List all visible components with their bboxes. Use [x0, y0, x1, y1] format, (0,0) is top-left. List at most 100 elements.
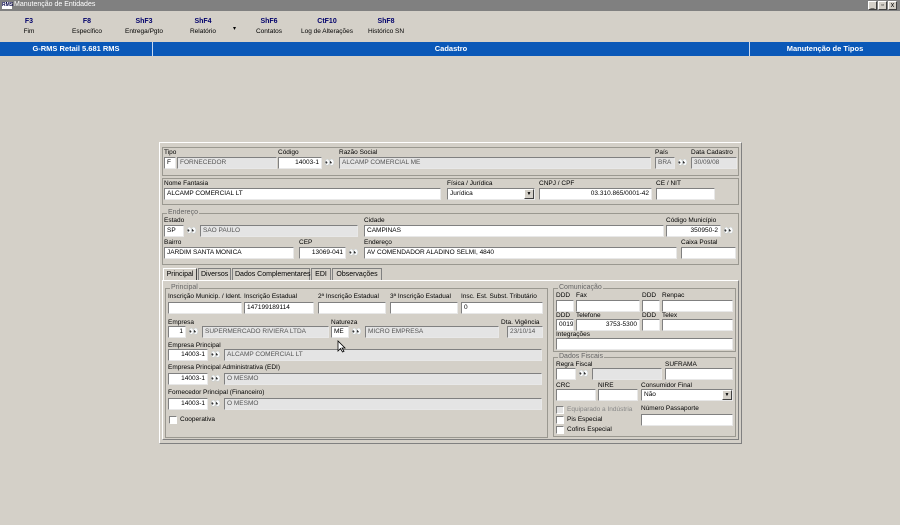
cnpj-cpf-field[interactable]: 03.310.865/0001-42 [539, 188, 652, 200]
fkey-historico-sn[interactable]: ShF8 Histórico SN [364, 18, 408, 35]
telefone-field[interactable]: 3753-5300 [576, 319, 640, 331]
natureza-lookup-binoculars-icon[interactable]: 👀 [351, 326, 362, 337]
cep-field[interactable]: 13069-041 [299, 247, 346, 259]
cidade-field[interactable]: CAMPINAS [364, 225, 664, 237]
empresa-adm-code-field[interactable]: 14003-1 [168, 373, 208, 385]
renpac-field[interactable] [662, 300, 733, 312]
caixa-postal-field[interactable] [681, 247, 736, 259]
cnpj-label: CNPJ / CPF [539, 180, 575, 187]
fax-ddd-field[interactable] [556, 300, 574, 312]
pais-field[interactable]: BRA [655, 157, 675, 169]
tab-edi[interactable]: EDI [311, 268, 331, 280]
bairro-field[interactable]: JARDIM SANTA MONICA [164, 247, 294, 259]
fornecedor-lookup-binoculars-icon[interactable]: 👀 [210, 398, 221, 409]
cenit-label: CE / NIT [656, 180, 681, 187]
equiparado-industria-label: Equiparado a Indústria [567, 406, 633, 413]
app-version: G-RMS Retail 5.681 RMS [32, 44, 120, 53]
telex-field[interactable] [662, 319, 733, 331]
renpac-ddd-field[interactable] [642, 300, 660, 312]
numero-passaporte-field[interactable] [641, 414, 733, 426]
endereco-field[interactable]: AV COMENDADOR ALADINO SELMI, 4840 [364, 247, 677, 259]
chevron-down-icon[interactable]: ▼ [722, 390, 732, 400]
regra-fiscal-field[interactable] [556, 368, 576, 380]
regra-fiscal-desc-field [592, 368, 662, 380]
cooperativa-label: Cooperativa [180, 416, 216, 423]
municipio-lookup-binoculars-icon[interactable]: 👀 [723, 225, 734, 236]
relatorio-dropdown-icon[interactable]: ▾ [233, 25, 236, 32]
estado-uf-field[interactable]: SP [164, 225, 184, 237]
municipio-label: Código Município [666, 217, 717, 224]
inscricao-estadual-3-field[interactable] [390, 302, 458, 314]
nome-fantasia-field[interactable]: ALCAMP COMERCIAL LT [164, 188, 441, 200]
ce-nit-field[interactable] [656, 188, 715, 200]
ddd-label-4: DDD [642, 312, 657, 319]
fisica-juridica-select[interactable]: Jurídica ▼ [447, 188, 535, 200]
tipo-label: Tipo [164, 149, 177, 156]
consumidor-final-select[interactable]: Não ▼ [641, 389, 733, 401]
cep-label: CEP [299, 239, 313, 246]
fkey-fim[interactable]: F3 Fim [16, 18, 42, 35]
inscricao-st-field[interactable]: 0 [461, 302, 543, 314]
empresa-adm-lookup-binoculars-icon[interactable]: 👀 [210, 373, 221, 384]
suframa-label: SUFRAMA [665, 361, 697, 368]
razao-label: Razão Social [339, 149, 378, 156]
codigo-municipio-field[interactable]: 350950-2 [666, 225, 721, 237]
empresa-principal-lookup-binoculars-icon[interactable]: 👀 [210, 349, 221, 360]
fornecedor-principal-code-field[interactable]: 14003-1 [168, 398, 208, 410]
inscricao-estadual-2-field[interactable] [318, 302, 386, 314]
telefone-ddd-field[interactable]: 0019 [556, 319, 574, 331]
cidade-label: Cidade [364, 217, 385, 224]
fkey-entrega-pgto[interactable]: ShF3 Entrega/Pgto [122, 18, 166, 35]
empresa-principal-code-field[interactable]: 14003-1 [168, 349, 208, 361]
empresa-code-field[interactable]: 1 [168, 326, 186, 338]
inscricao-estadual-field[interactable]: 147199189114 [244, 302, 314, 314]
cofins-especial-checkbox[interactable] [556, 426, 564, 434]
restore-button[interactable]: ▫ [878, 1, 887, 10]
inscricao-municipal-field[interactable] [168, 302, 242, 314]
pais-lookup-binoculars-icon[interactable]: 👀 [677, 157, 688, 168]
empresa-adm-nome-field: O MESMO [224, 373, 542, 385]
window-title: Manutenção de Entidades [14, 1, 96, 8]
emp-adm-label: Empresa Principal Administrativa (EDI) [168, 364, 280, 371]
consumidor-final-label: Consumidor Final [641, 382, 692, 389]
insc2-label: 2ª Inscrição Estadual [318, 293, 379, 300]
tab-dados-complementares[interactable]: Dados Complementares [232, 268, 310, 280]
fax-field[interactable] [576, 300, 640, 312]
bairro-label: Bairro [164, 239, 182, 246]
suframa-field[interactable] [665, 368, 733, 380]
fornecedor-principal-nome-field: O MESMO [224, 398, 542, 410]
fkey-relatorio[interactable]: ShF4 Relatório [186, 18, 220, 35]
telex-ddd-field[interactable] [642, 319, 660, 331]
natureza-code-field[interactable]: ME [331, 326, 349, 338]
cofins-especial-label: Cofins Especial [567, 426, 612, 433]
minimize-button[interactable]: _ [868, 1, 877, 10]
equiparado-industria-checkbox[interactable] [556, 406, 564, 414]
integracoes-field[interactable] [556, 338, 733, 350]
nire-field[interactable] [598, 389, 638, 401]
function-toolbar: F3 Fim F8 Específico ShF3 Entrega/Pgto S… [0, 11, 900, 42]
cep-lookup-binoculars-icon[interactable]: 👀 [348, 247, 359, 258]
razao-social-field[interactable]: ALCAMP COMERCIAL ME [339, 157, 651, 169]
fkey-contatos[interactable]: ShF6 Contatos [252, 18, 286, 35]
crc-field[interactable] [556, 389, 596, 401]
close-button[interactable]: x [888, 1, 897, 10]
fkey-log-alteracoes[interactable]: CtF10 Log de Alterações [298, 18, 356, 35]
codigo-field[interactable]: 14003-1 [278, 157, 322, 169]
pis-especial-checkbox[interactable] [556, 416, 564, 424]
forn-label: Fornecedor Principal (Financeiro) [168, 389, 265, 396]
chevron-down-icon[interactable]: ▼ [524, 189, 534, 199]
regra-fiscal-label: Regra Fiscal [556, 361, 593, 368]
empresa-lookup-binoculars-icon[interactable]: 👀 [188, 326, 199, 337]
regra-fiscal-lookup-binoculars-icon[interactable]: 👀 [578, 368, 589, 379]
estado-lookup-binoculars-icon[interactable]: 👀 [186, 225, 197, 236]
crc-label: CRC [556, 382, 571, 389]
fkey-especifico[interactable]: F8 Específico [68, 18, 106, 35]
tipo-code-field[interactable]: F [164, 157, 176, 169]
section-title: Cadastro [434, 44, 468, 53]
codigo-lookup-binoculars-icon[interactable]: 👀 [324, 157, 335, 168]
tab-diversos[interactable]: Diversos [198, 268, 231, 280]
cooperativa-checkbox[interactable] [169, 416, 177, 424]
tab-principal[interactable]: Principal [163, 268, 197, 280]
tab-observacoes[interactable]: Observações [332, 268, 382, 280]
insc-mun-label: Inscrição Municip. / Ident. [168, 293, 242, 300]
